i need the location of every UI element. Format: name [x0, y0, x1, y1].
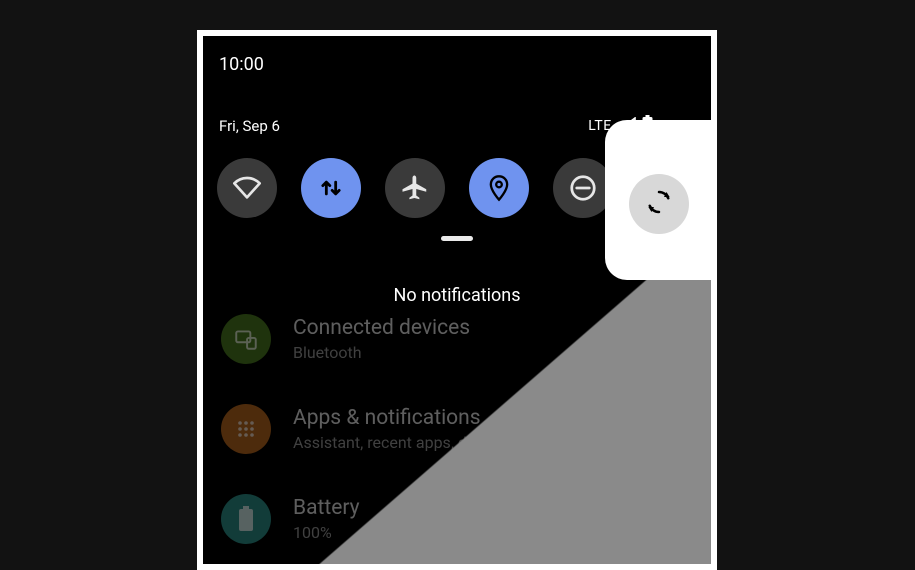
qs-tile-wifi[interactable]	[217, 158, 277, 218]
no-notifications-label: No notifications	[203, 285, 711, 306]
settings-row-apps-notifications[interactable]: Apps & notifications Assistant, recent a…	[221, 384, 693, 474]
settings-list: Connected devices Bluetooth Apps & n	[203, 306, 711, 564]
apps-icon	[221, 404, 271, 454]
settings-row-connected-devices[interactable]: Connected devices Bluetooth	[221, 294, 693, 384]
dnd-icon	[568, 173, 598, 203]
status-time: 10:00	[219, 54, 264, 75]
airplane-icon	[400, 173, 430, 203]
shade-drag-handle[interactable]	[441, 236, 473, 241]
settings-title: Connected devices	[293, 316, 470, 341]
settings-title: Battery	[293, 496, 360, 521]
settings-row-battery[interactable]: Battery 100%	[221, 474, 693, 564]
qs-date: Fri, Sep 6	[219, 117, 280, 135]
auto-rotate-icon	[644, 187, 674, 221]
qs-tile-location[interactable]	[469, 158, 529, 218]
qs-tile-mobile-data[interactable]	[301, 158, 361, 218]
connected-devices-icon	[221, 314, 271, 364]
wifi-icon	[231, 172, 263, 204]
phone-screen: 10:00 Fri, Sep 6 LTE 10	[203, 36, 711, 564]
settings-title: Apps & notifications	[293, 406, 547, 431]
qs-tile-airplane-mode[interactable]	[385, 158, 445, 218]
qs-tile-do-not-disturb[interactable]	[553, 158, 613, 218]
mobile-data-icon	[317, 174, 345, 202]
battery-settings-icon	[221, 494, 271, 544]
status-bar: 10:00	[203, 36, 711, 81]
auto-rotate-panel	[605, 120, 711, 280]
phone-frame: 10:00 Fri, Sep 6 LTE 10	[197, 30, 717, 570]
qs-tile-auto-rotate[interactable]	[629, 174, 689, 234]
settings-subtitle: Bluetooth	[293, 343, 470, 362]
settings-subtitle: 100%	[293, 523, 360, 542]
settings-subtitle: Assistant, recent apps, default apps	[293, 433, 547, 452]
location-icon	[485, 174, 513, 202]
